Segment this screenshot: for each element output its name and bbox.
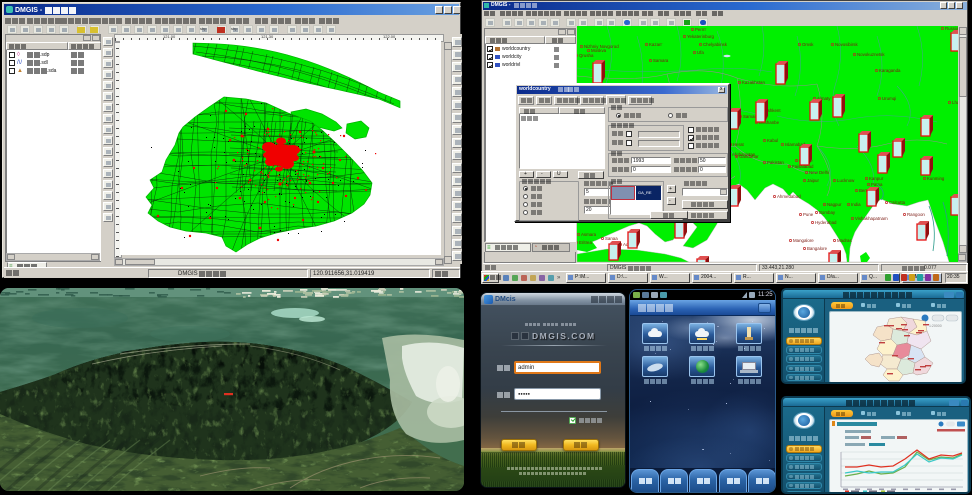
svg-text:Bangalore: Bangalore (807, 246, 828, 251)
svg-text:Novosibirsk: Novosibirsk (835, 42, 858, 47)
svg-text:Madras: Madras (837, 238, 852, 243)
svg-text:Moskva: Moskva (591, 48, 607, 53)
svg-text:Ufa: Ufa (697, 50, 704, 55)
svg-text:Asmara: Asmara (581, 232, 597, 237)
svg-text:Urumqi: Urumqi (882, 96, 896, 101)
svg-text:Qrusha: Qrusha (579, 53, 594, 58)
svg-text:Nagpur: Nagpur (827, 202, 842, 207)
svg-text:Herat: Herat (733, 142, 745, 147)
svg-text:Vishakhapatnam: Vishakhapatnam (855, 216, 888, 221)
svg-text:Kazakhstan: Kazakhstan (742, 80, 766, 85)
svg-text:Samara: Samara (653, 58, 669, 63)
svg-text:Eritrea: Eritrea (579, 240, 592, 245)
svg-text:Bombay: Bombay (819, 210, 836, 215)
svg-text:Pakistan: Pakistan (767, 160, 784, 165)
svg-text:Sanaa: Sanaa (605, 236, 618, 241)
svg-text:1:20000: 1:20000 (929, 324, 942, 328)
svg-text:Pune: Pune (803, 212, 814, 217)
svg-text:Lhasa: Lhasa (952, 100, 958, 105)
svg-text:Hyderabad: Hyderabad (815, 220, 837, 225)
svg-text:Kanpur: Kanpur (869, 176, 884, 181)
svg-text:Kabul: Kabul (767, 138, 778, 143)
svg-text:Ahmedabad: Ahmedabad (777, 194, 801, 199)
svg-text:Kunming: Kunming (927, 176, 945, 181)
svg-text:Rangoon: Rangoon (907, 212, 925, 217)
svg-text:Perm': Perm' (695, 27, 706, 32)
svg-text:Yekaterinburg: Yekaterinburg (687, 34, 714, 39)
svg-text:India: India (851, 202, 861, 207)
svg-text:Kazan': Kazan' (649, 42, 662, 47)
svg-text:Lucknow: Lucknow (837, 178, 855, 183)
svg-text:New Delhi: New Delhi (809, 170, 829, 175)
svg-text:Jaipur: Jaipur (807, 178, 819, 183)
svg-text:Chelyabinsk: Chelyabinsk (703, 42, 728, 47)
svg-text:Omsk: Omsk (802, 42, 814, 47)
svg-text:Mangalore: Mangalore (793, 238, 814, 243)
svg-text:Calcutta: Calcutta (889, 200, 906, 205)
svg-text:Novokuznetsk: Novokuznetsk (857, 52, 885, 57)
svg-text:Gandahar: Gandahar (739, 154, 759, 159)
svg-text:Karaganda: Karaganda (879, 68, 901, 73)
